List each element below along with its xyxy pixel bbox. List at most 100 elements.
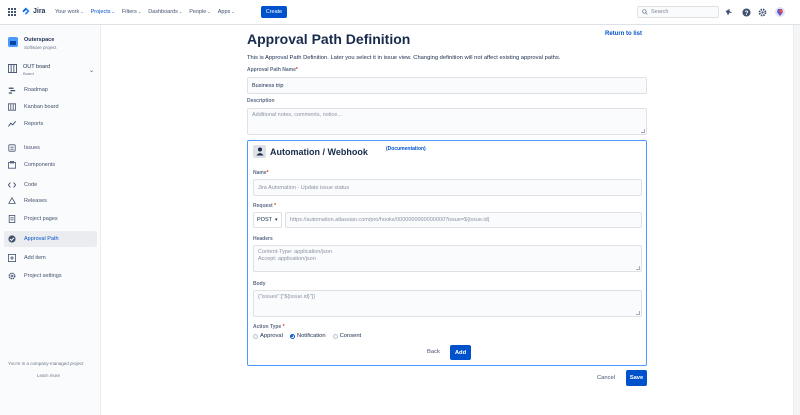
label-text: Approval Path Name	[247, 67, 296, 73]
sidebar-item-kanban-board[interactable]: Kanban board	[4, 99, 97, 115]
documentation-link[interactable]: (Documentation)	[386, 146, 426, 152]
issues-icon	[8, 144, 16, 152]
path-name-label: Approval Path Name*	[247, 67, 298, 73]
headers-line: Content-Type: application/json	[258, 249, 332, 255]
sidebar-item-releases[interactable]: Releases	[4, 193, 97, 209]
reports-icon	[8, 120, 16, 128]
body-field[interactable]: {"issues":["${issue.id}"]}	[253, 290, 642, 317]
menu-apps[interactable]: Apps⌄	[218, 9, 235, 15]
back-button[interactable]: Back	[427, 349, 440, 355]
return-to-list-link[interactable]: Return to list	[605, 31, 642, 37]
menu-label: Projects	[90, 9, 111, 15]
menu-label: Your work	[55, 9, 80, 15]
jira-logo-icon	[22, 7, 30, 15]
radio-consent[interactable]: Consent	[332, 333, 362, 339]
headers-label: Headers	[253, 236, 273, 242]
approval-icon	[8, 235, 16, 243]
avatar[interactable]	[775, 7, 785, 17]
method-value: POST	[257, 217, 272, 223]
scrollbar[interactable]	[793, 25, 800, 415]
sidebar-item-project-settings[interactable]: Project settings	[4, 268, 97, 284]
label-text: Action Type	[253, 324, 282, 330]
sidebar-item-add-item[interactable]: Add item	[4, 250, 97, 266]
sidebar-item-label: Add item	[24, 255, 46, 261]
radio-button[interactable]	[289, 333, 295, 339]
menu-projects[interactable]: Projects⌄	[91, 9, 115, 15]
sidebar-item-components[interactable]: Components	[4, 157, 97, 173]
app-switcher-icon[interactable]	[8, 8, 16, 16]
top-navigation: Jira Your work⌄ Projects⌄ Filters⌄ Dashb…	[0, 0, 800, 25]
required-marker: *	[282, 324, 285, 330]
resize-handle[interactable]	[641, 129, 645, 133]
chevron-down-icon: ⌄	[80, 9, 84, 14]
radio-notification[interactable]: Notification	[289, 333, 326, 339]
body-placeholder: {"issues":["${issue.id}"]}	[258, 294, 316, 300]
roadmap-icon	[8, 86, 16, 94]
svg-text:?: ?	[744, 9, 748, 16]
menu-dashboards[interactable]: Dashboards⌄	[148, 9, 182, 15]
project-header[interactable]: Outerspace Software project	[8, 37, 57, 50]
user-icon	[253, 145, 266, 158]
description-label: Description	[247, 98, 275, 104]
radio-label: Consent	[339, 333, 362, 339]
sidebar-item-label: Reports	[24, 121, 44, 127]
help-icon[interactable]: ?	[741, 7, 751, 17]
project-avatar	[8, 37, 18, 47]
settings-icon	[8, 272, 16, 280]
add-button[interactable]: Add	[450, 345, 471, 360]
learn-more-link[interactable]: Learn more	[37, 373, 60, 378]
sidebar-item-project-pages[interactable]: Project pages	[4, 211, 97, 227]
description-field[interactable]: Additional notes, comments, notice...	[247, 108, 647, 135]
webhook-name-field[interactable]: Jira Automation - Update issue status	[253, 179, 642, 196]
code-icon	[8, 181, 16, 189]
sidebar-item-label: Roadmap	[24, 87, 48, 93]
request-url-field[interactable]: https://automation.atlassian.com/pro/hoo…	[285, 212, 642, 228]
menu-your-work[interactable]: Your work⌄	[55, 9, 84, 15]
chevron-down-icon[interactable]: ⌄	[89, 67, 94, 74]
cancel-button[interactable]: Cancel	[597, 375, 615, 381]
sidebar-item-label: Code	[24, 182, 38, 188]
request-label: Request *	[253, 203, 276, 209]
chevron-down-icon: ▾	[274, 217, 278, 223]
sidebar-item-label: Components	[24, 162, 56, 168]
webhook-name-label: Name*	[253, 170, 269, 176]
notifications-icon[interactable]	[724, 7, 734, 17]
project-type: Software project	[24, 45, 57, 50]
gear-icon[interactable]	[757, 7, 767, 17]
sidebar-item-roadmap[interactable]: Roadmap	[4, 82, 97, 98]
chevron-down-icon: ⌄	[207, 9, 211, 14]
sidebar-item-reports[interactable]: Reports	[4, 116, 97, 132]
board-type: Board	[23, 71, 34, 76]
radio-approval[interactable]: Approval	[253, 333, 283, 339]
sidebar-item-issues[interactable]: Issues	[4, 140, 97, 156]
radio-label: Notification	[296, 333, 326, 339]
radio-button[interactable]	[332, 333, 338, 339]
sidebar-item-label: Project pages	[24, 216, 58, 222]
create-button[interactable]: Create	[261, 6, 287, 18]
menu-filters[interactable]: Filters⌄	[122, 9, 141, 15]
resize-handle[interactable]	[636, 311, 640, 315]
resize-handle[interactable]	[636, 266, 640, 270]
path-name-field[interactable]: Business trip	[247, 77, 647, 94]
required-marker: *	[295, 67, 298, 73]
menu-people[interactable]: People⌄	[189, 9, 211, 15]
search-input[interactable]: Search	[637, 6, 719, 18]
board-selector[interactable]: OUT board Board ⌄	[8, 64, 96, 76]
headers-field[interactable]: Content-Type: application/json Accept: a…	[253, 245, 642, 272]
radio-button[interactable]	[253, 333, 258, 339]
menu-label: Dashboards	[148, 9, 178, 15]
sidebar-item-label: Issues	[24, 145, 40, 151]
sidebar-item-approval-path[interactable]: Approval Path	[4, 231, 97, 247]
save-button[interactable]: Save	[626, 370, 647, 386]
components-icon	[8, 161, 16, 169]
webhook-title: Automation / Webhook	[270, 147, 368, 157]
required-marker: *	[266, 170, 269, 176]
method-select[interactable]: POST ▾	[253, 212, 282, 228]
jira-logo[interactable]: Jira	[22, 7, 45, 16]
sidebar-item-label: Kanban board	[24, 104, 59, 110]
search-placeholder: Search	[651, 9, 669, 15]
action-type-group: Approval Notification Consent	[253, 333, 361, 339]
label-text: Request	[253, 203, 273, 209]
menu-label: Apps	[217, 9, 231, 15]
sidebar-item-code[interactable]: Code	[4, 177, 97, 193]
